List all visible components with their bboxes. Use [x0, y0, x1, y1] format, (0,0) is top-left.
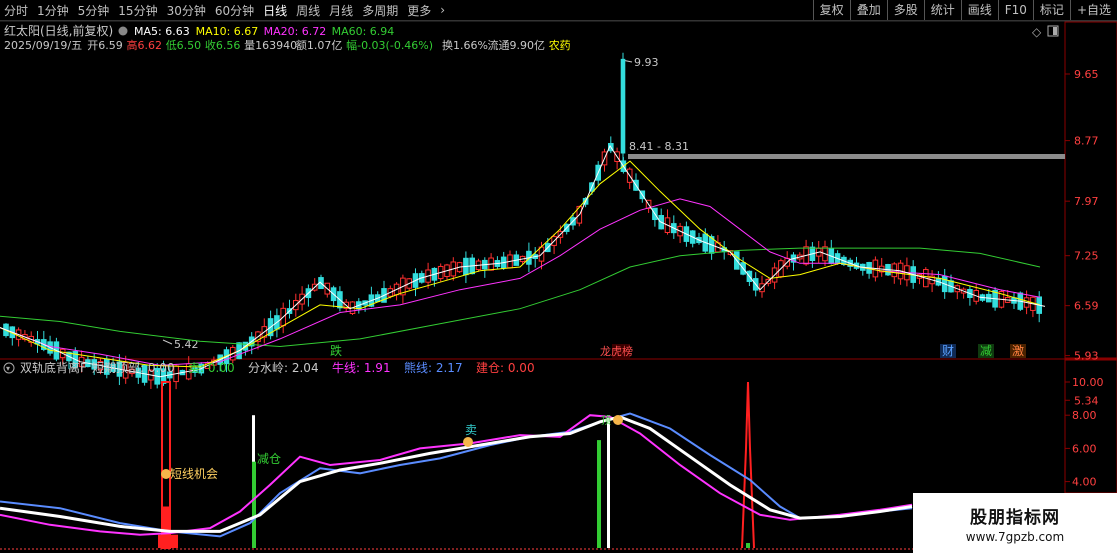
site-watermark: 股朋指标网 www.7gpzb.com: [913, 493, 1117, 553]
indicator-legend-item: 卖: 0.00: [188, 361, 235, 375]
indicator-line-bull: [0, 414, 913, 536]
reduce-signal-label: 减仓: [257, 452, 281, 466]
ma-legend: MA5: 6.63 MA10: 6.67 MA20: 6.72 MA60: 6.94: [118, 25, 395, 38]
ma-legend-item: MA10: 6.67: [196, 25, 259, 38]
event-fin-marker[interactable]: 财: [942, 344, 954, 358]
info-item: 收6.56: [205, 38, 241, 52]
chart-canvas[interactable]: 红太阳(日线,前复权) MA5: 6.63 MA10: 6.67 MA20: 6.7…: [0, 0, 1117, 553]
price-tick-label: 6.59: [1074, 300, 1099, 313]
info-item: 量163940: [244, 39, 297, 52]
indicator-legend-item: 分水岭: 2.04: [248, 361, 319, 375]
info-item: 开6.59: [87, 39, 123, 52]
indicator-legend-item: 牛线: 1.91: [332, 360, 391, 375]
zone-label: 8.41 - 8.31: [629, 140, 689, 153]
watermark-url: www.7gpzb.com: [965, 529, 1065, 544]
indicator-tick-label: 6.00: [1072, 442, 1097, 455]
info-item: 流通9.90亿: [488, 38, 546, 52]
info-item: 高6.62: [127, 38, 163, 52]
top-signal-dot: [613, 415, 623, 425]
top-signal-bar: [607, 415, 610, 548]
indicator-legend-item: 熊线: 2.17: [404, 360, 463, 375]
event-lhb-marker[interactable]: 龙虎榜: [600, 344, 633, 358]
ohlc-info-row: 2025/09/19/五 开6.59 高6.62 低6.50 收6.56 量163940额…: [4, 38, 571, 52]
price-tick-label: 7.25: [1074, 250, 1099, 263]
candlestick-series: [3, 52, 1043, 390]
info-item: 农药: [549, 38, 571, 52]
indicator-chevron-icon: ▾: [6, 364, 10, 373]
price-tick-label: 8.77: [1074, 135, 1099, 148]
event-excite-marker[interactable]: 激: [1012, 344, 1024, 358]
candle-body: [620, 58, 626, 154]
ma-legend-item: MA5: 6.63: [134, 25, 190, 38]
high-price-label: 9.93: [634, 56, 659, 69]
low-pointer: [162, 339, 173, 345]
indicator-legend: 短期顶部: 0.00 卖: 0.00 分水岭: 2.04 牛线: 1.91 熊线: 2.…: [92, 360, 535, 375]
indicator-name: 双轨底背离F: [20, 360, 87, 375]
stock-title: 红太阳(日线,前复权): [4, 23, 113, 38]
indicator-lines: [0, 412, 913, 538]
price-tick-label: 7.97: [1074, 195, 1099, 208]
sell-signal-dot: [463, 437, 473, 447]
info-item: 换1.66%: [442, 38, 488, 52]
window-toggle-icon-fill: [1053, 27, 1057, 35]
event-reduce-marker[interactable]: 减: [980, 344, 992, 358]
indicator-signal-bars: [158, 381, 755, 549]
sell-mini-bar: [746, 543, 750, 548]
indicator-tick-label: 10.00: [1072, 376, 1104, 389]
ma-settings-icon[interactable]: [118, 26, 128, 36]
price-tick-label: 5.34: [1074, 394, 1099, 407]
info-item: 额1.07亿: [296, 39, 343, 52]
indicator-tick-label: 4.00: [1072, 476, 1097, 489]
watermark-title: 股朋指标网: [970, 507, 1060, 528]
diamond-icon[interactable]: ◇: [1032, 25, 1042, 39]
reduce-signal-bar: [252, 461, 256, 548]
info-item: 低6.50: [166, 39, 202, 52]
price-tick-label: 9.65: [1074, 68, 1099, 81]
indicator-line-watershed: [0, 415, 913, 533]
info-item: 幅-0.03(-0.46%): [346, 39, 433, 52]
info-item: 2025/09/19/五: [4, 39, 82, 52]
ma-legend-item: MA20: 6.72: [264, 25, 327, 38]
indicator-tick-label: 8.00: [1072, 409, 1097, 422]
sell-signal-label: 卖: [465, 423, 477, 437]
event-fall-marker[interactable]: 跌: [330, 343, 342, 358]
indicator-legend-item: 短期顶部: 0.00: [92, 360, 175, 375]
ma-line-ma20: [0, 198, 1041, 366]
price-zone-bar: [628, 154, 1065, 159]
short-term-signal-label: 短线机会: [170, 467, 218, 481]
ma-line-ma60: [0, 247, 1041, 348]
indicator-legend-item: 建仓: 0.00: [476, 361, 535, 375]
top-signal-label: 顶: [601, 415, 611, 427]
build-position-bar-base: [158, 534, 178, 548]
price-tick-label: 5.93: [1074, 350, 1099, 363]
ma-legend-item: MA60: 6.94: [332, 25, 395, 38]
sell-signal-bar: [597, 440, 601, 548]
build-position-spike: [741, 381, 755, 549]
